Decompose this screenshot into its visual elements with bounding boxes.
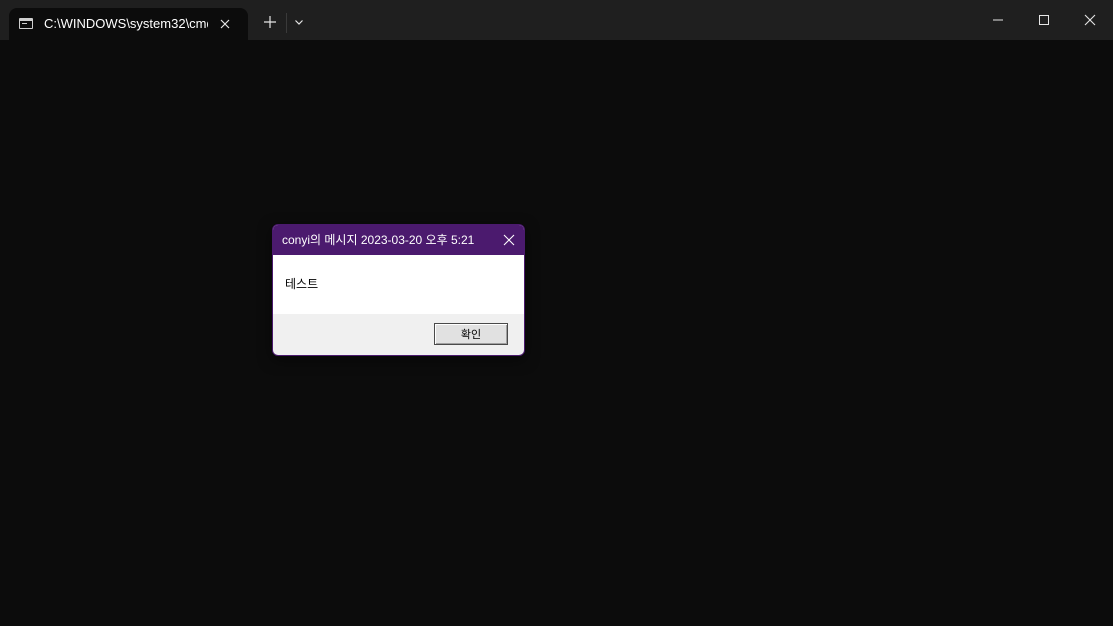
toolbar-separator <box>286 13 287 33</box>
close-button[interactable] <box>1067 0 1113 40</box>
minimize-button[interactable] <box>975 0 1021 40</box>
close-icon <box>503 234 515 246</box>
new-tab-button[interactable] <box>257 8 283 36</box>
dialog-title-bar[interactable]: conyi의 메시지 2023-03-20 오후 5:21 <box>273 225 524 255</box>
ok-button[interactable]: 확인 <box>434 323 508 345</box>
maximize-button[interactable] <box>1021 0 1067 40</box>
dialog-message: 테스트 <box>285 277 319 291</box>
dialog-title: conyi의 메시지 2023-03-20 오후 5:21 <box>282 233 475 247</box>
chevron-down-icon <box>295 20 303 25</box>
tab-cmd[interactable]: C:\WINDOWS\system32\cmd.exe <box>9 8 248 40</box>
minimize-icon <box>993 19 1003 21</box>
tab-title: C:\WINDOWS\system32\cmd.exe <box>44 16 208 31</box>
dialog-close-button[interactable] <box>494 225 524 255</box>
terminal-window: C:\WINDOWS\system32\cmd.exe <box>0 0 1113 626</box>
title-bar: C:\WINDOWS\system32\cmd.exe <box>0 0 1113 40</box>
dialog-body: 테스트 <box>273 255 524 314</box>
tab-close-icon[interactable] <box>217 16 233 32</box>
plus-icon <box>264 16 276 28</box>
maximize-icon <box>1039 15 1049 25</box>
message-dialog: conyi의 메시지 2023-03-20 오후 5:21 테스트 확인 <box>272 224 525 356</box>
console-icon <box>19 18 33 29</box>
close-icon <box>1084 14 1096 26</box>
tab-dropdown-button[interactable] <box>290 8 308 36</box>
